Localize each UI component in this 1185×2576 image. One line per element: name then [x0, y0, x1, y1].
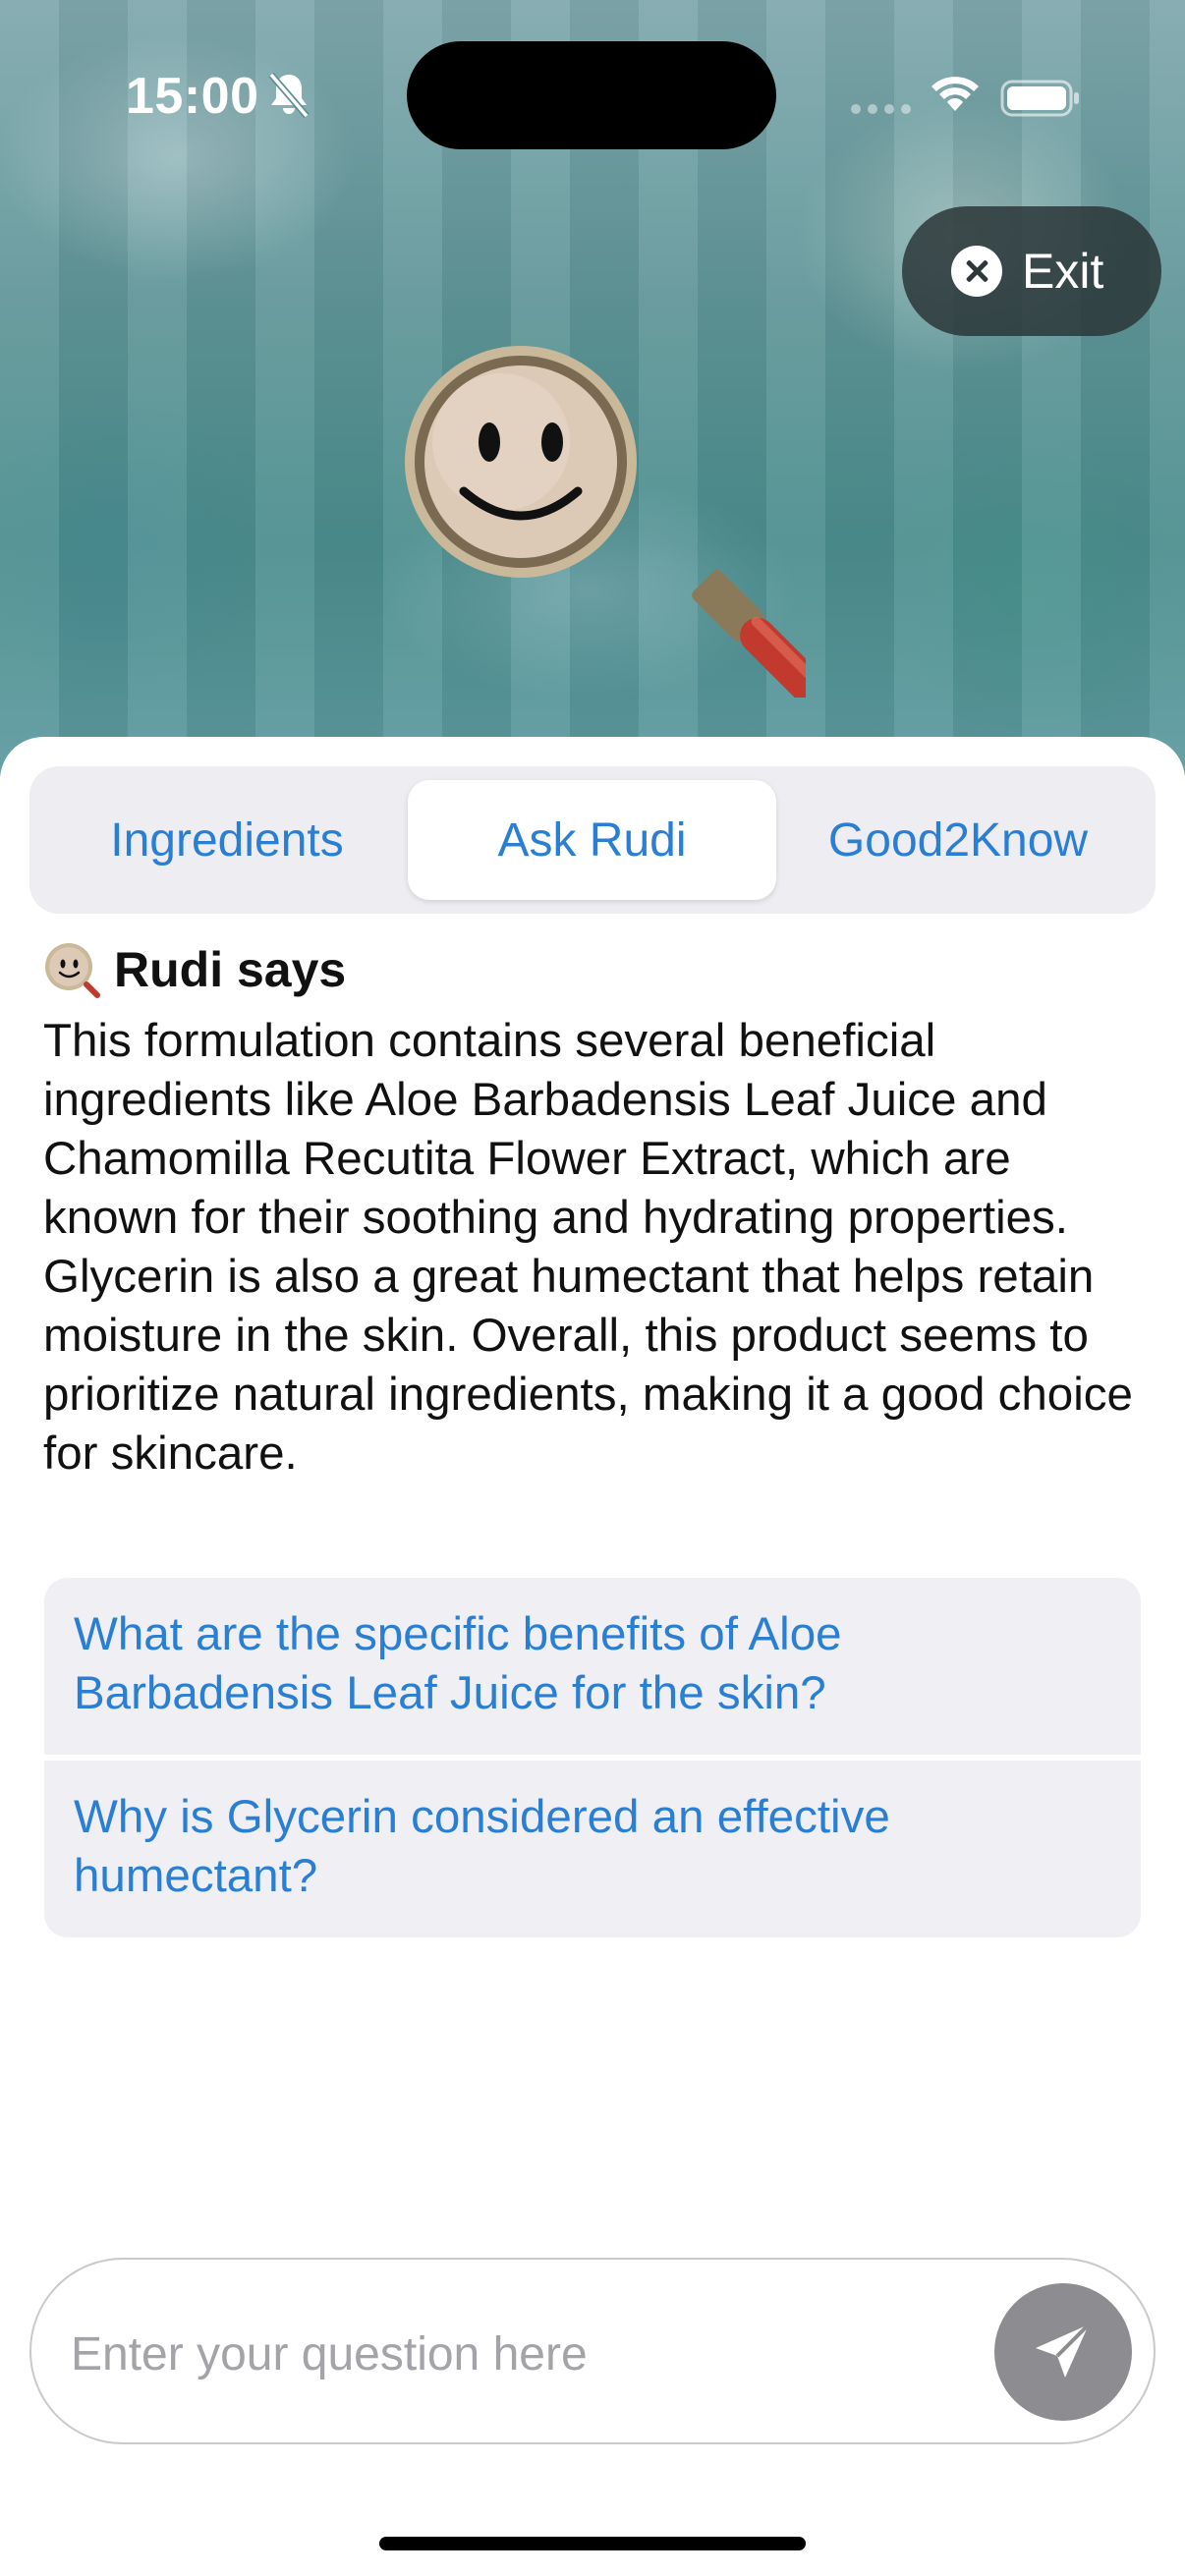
signal-icon [851, 104, 911, 114]
rudi-answer-text: This formulation contains several benefi… [43, 1015, 1133, 1480]
rudi-header: Rudi says [43, 941, 346, 998]
home-indicator [379, 2537, 806, 2550]
magnifying-glass-mascot-icon [405, 346, 806, 698]
exit-label: Exit [1022, 244, 1104, 299]
rudi-says-title: Rudi says [114, 942, 347, 997]
tab-segmented-control: Ingredients Ask Rudi Good2Know [29, 766, 1156, 914]
tab-ask-rudi[interactable]: Ask Rudi [408, 780, 776, 900]
exit-button[interactable]: Exit [902, 206, 1161, 336]
dynamic-island [407, 41, 776, 149]
question-input[interactable] [69, 2299, 977, 2409]
suggested-questions: What are the specific benefits of Aloe B… [44, 1578, 1141, 1937]
question-input-bar [29, 2258, 1156, 2444]
wifi-icon [931, 77, 979, 111]
suggested-question-aloe[interactable]: What are the specific benefits of Aloe B… [44, 1578, 1141, 1755]
rudi-avatar-icon [45, 943, 100, 998]
status-time: 15:00 [126, 68, 259, 125]
battery-icon [1000, 80, 1079, 117]
tab-good2know[interactable]: Good2Know [776, 780, 1140, 900]
send-button[interactable] [994, 2283, 1132, 2421]
bell-slash-icon [268, 72, 310, 119]
paper-plane-icon [1036, 2323, 1091, 2378]
tab-ingredients[interactable]: Ingredients [45, 780, 409, 900]
suggested-question-glycerin[interactable]: Why is Glycerin considered an effective … [44, 1761, 1141, 1937]
close-circle-icon [951, 246, 1002, 297]
